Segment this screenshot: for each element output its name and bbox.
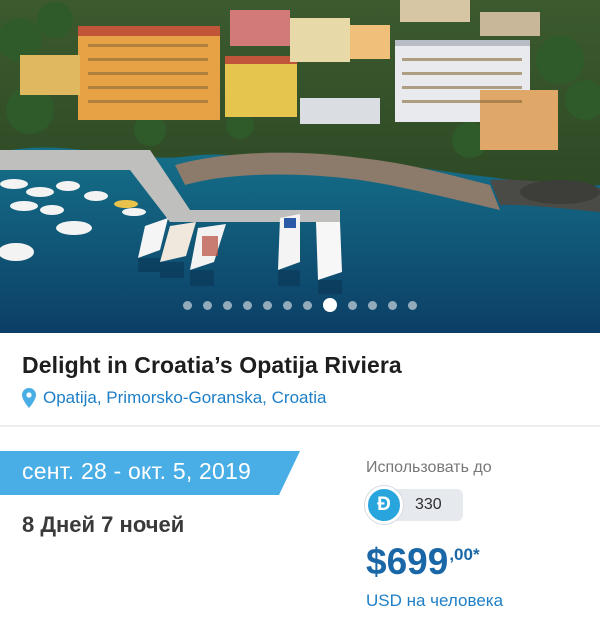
tour-card[interactable]: Delight in Croatia’s Opatija Riviera Opa… [0,0,600,629]
tour-title: Delight in Croatia’s Opatija Riviera [22,352,402,378]
carousel-dot[interactable] [303,300,312,310]
carousel-dot-active[interactable] [323,298,337,312]
location-row: Opatija, Primorsko-Goranska, Croatia [22,388,326,408]
carousel-dot[interactable] [263,300,272,310]
carousel-dot[interactable] [348,300,357,310]
hero-photo[interactable] [0,0,600,333]
carousel-dot[interactable] [243,300,252,310]
carousel-dot[interactable] [368,300,377,310]
price-cents: ,00* [449,545,480,564]
map-pin-icon [22,388,36,408]
carousel-dot[interactable] [183,300,192,310]
tour-dates: сент. 28 - окт. 5, 2019 [22,458,251,484]
carousel-dot[interactable] [223,300,232,310]
section-divider [0,425,600,427]
use-coins-label: Использовать до [366,459,492,476]
carousel-indicator[interactable] [0,297,600,313]
tour-duration: 8 Дней 7 ночей [22,512,185,537]
harbor-photo-image [0,0,600,333]
price-unit: USD на человека [366,591,504,610]
dash-coin-icon: Đ [365,486,403,524]
carousel-dot[interactable] [203,300,212,310]
price-main: $699 [366,541,449,582]
location-text: Opatija, Primorsko-Goranska, Croatia [43,388,327,407]
carousel-dot[interactable] [408,300,417,310]
carousel-dot[interactable] [283,300,292,310]
carousel-dot[interactable] [388,300,397,310]
price: $699,00* [366,541,480,583]
coin-amount: 330 [415,496,442,513]
